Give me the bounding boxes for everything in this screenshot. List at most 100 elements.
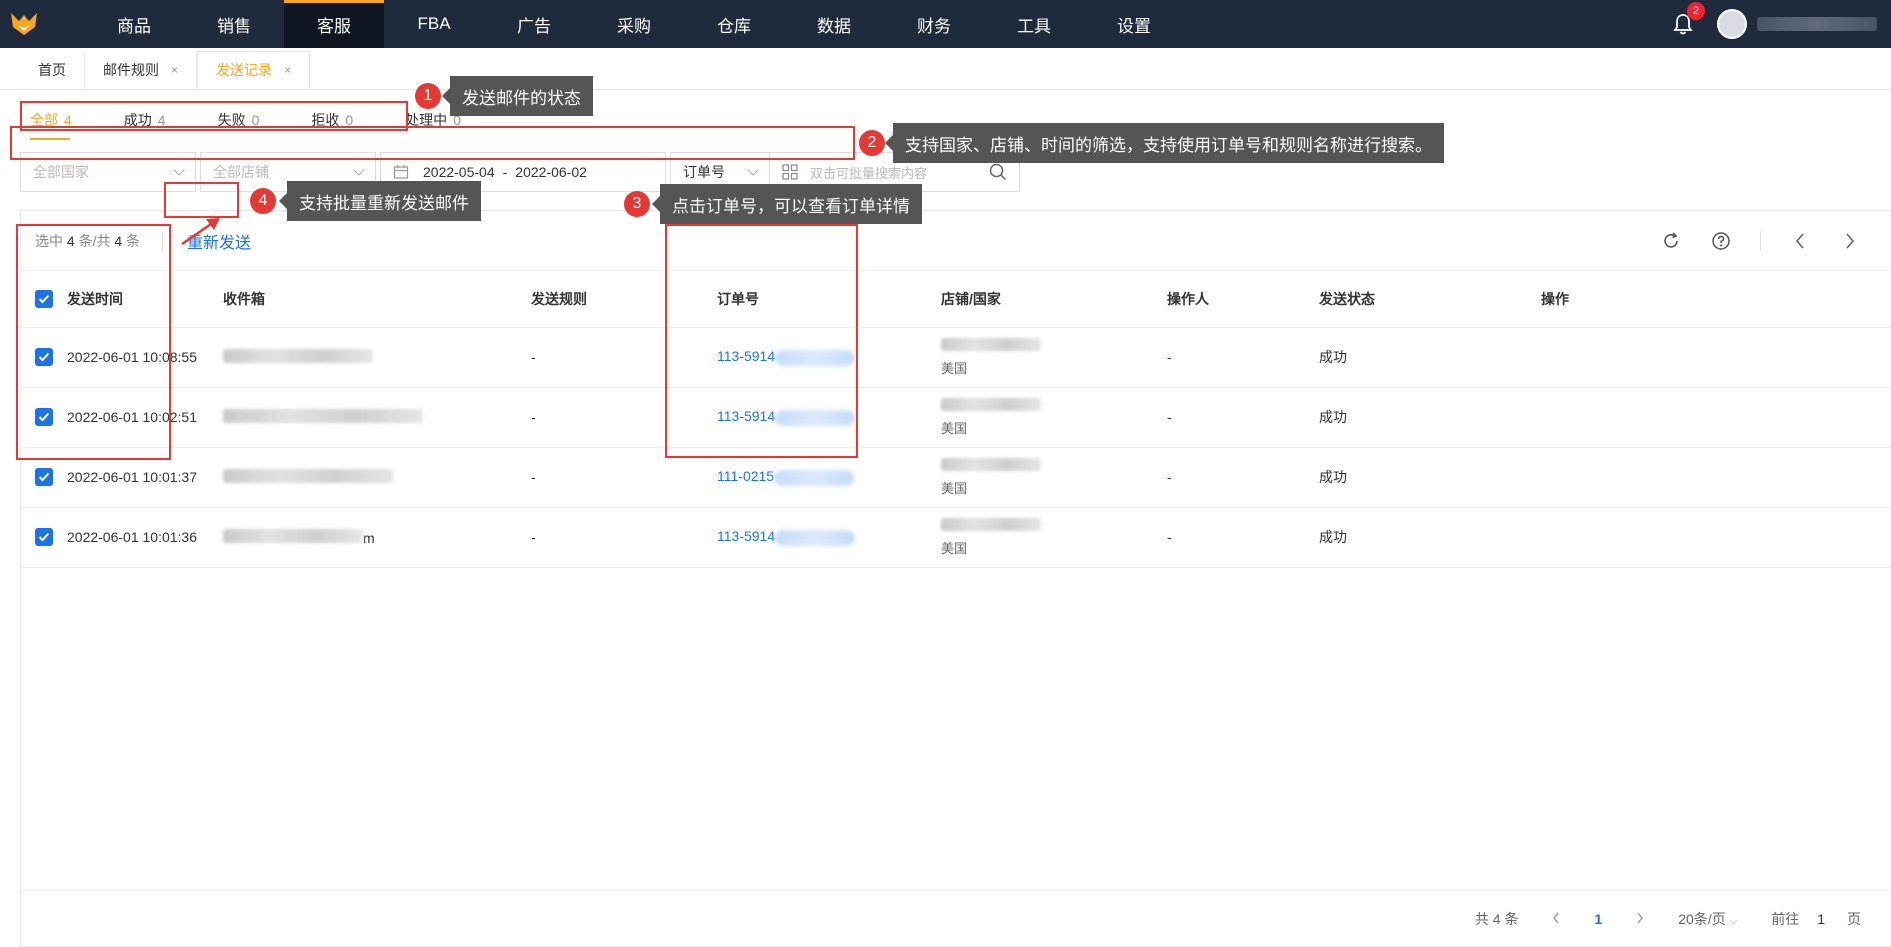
check-icon — [38, 472, 50, 482]
top-nav: 商品 销售 客服 FBA 广告 采购 仓库 数据 财务 工具 设置 2 — [0, 0, 1891, 48]
nav-item-warehouse[interactable]: 仓库 — [684, 0, 784, 48]
redacted-order — [775, 529, 856, 546]
row-checkbox[interactable] — [35, 528, 53, 547]
nav-item-products[interactable]: 商品 — [84, 0, 184, 48]
close-icon[interactable]: × — [171, 63, 178, 77]
pager-total: 共 4 条 — [1474, 910, 1519, 927]
recipient-email — [223, 447, 531, 508]
operator: - — [1167, 327, 1319, 388]
pager-prev-button[interactable] — [1552, 911, 1560, 927]
notification-badge: 2 — [1687, 2, 1705, 20]
page-tab-home[interactable]: 首页 — [20, 51, 85, 89]
action-cell — [1541, 387, 1891, 448]
redacted-email — [223, 408, 423, 423]
page-tab-label: 首页 — [38, 62, 66, 78]
search-placeholder: 双击可批量搜索内容 — [810, 165, 928, 181]
nav-item-sales[interactable]: 销售 — [184, 0, 284, 48]
pagination: 共 4 条 1 20条/页 ⌵ 前往 1 页 — [21, 890, 1891, 946]
refresh-button[interactable] — [1660, 230, 1682, 252]
nav-item-fba[interactable]: FBA — [384, 0, 484, 48]
recipient-email — [223, 327, 531, 388]
page-tab-label: 邮件规则 — [103, 62, 159, 78]
operator: - — [1167, 387, 1319, 448]
records-table: 发送时间 收件箱 发送规则 订单号 店铺/国家 操作人 发送状态 操作 2022… — [21, 271, 1891, 568]
chevron-down-icon — [353, 164, 365, 176]
chevron-down-icon — [173, 164, 185, 176]
calendar-icon — [393, 165, 409, 179]
redacted-email — [223, 468, 393, 483]
refresh-icon — [1664, 232, 1678, 248]
action-cell — [1541, 327, 1891, 388]
action-cell — [1541, 507, 1891, 568]
chevron-down-icon — [747, 164, 759, 176]
annotation-number: 3 — [624, 191, 650, 217]
annotation-tip: 点击订单号，可以查看订单详情 — [652, 184, 922, 224]
next-button[interactable] — [1839, 230, 1861, 252]
pager-page[interactable]: 1 — [1594, 911, 1602, 927]
search-icon[interactable] — [989, 163, 1007, 181]
help-button[interactable] — [1710, 230, 1732, 252]
nav-item-settings[interactable]: 设置 — [1084, 0, 1184, 48]
goto-input[interactable]: 1 — [1817, 911, 1825, 927]
page-size-value: 20条/页 — [1678, 910, 1726, 927]
order-link[interactable]: 111-0215 — [717, 468, 774, 484]
search-type-value: 订单号 — [683, 164, 725, 180]
recipient-email — [223, 387, 531, 448]
annotation-box-resend — [164, 182, 239, 218]
annotation-tip: 支持批量重新发送邮件 — [279, 181, 481, 221]
send-rule: - — [531, 507, 717, 568]
app-logo[interactable] — [0, 0, 48, 48]
main-panel: 全部 4 成功 4 失败 0 拒收 0 处理中 0 全部国家 全部店铺 2022-05-0… — [0, 90, 1891, 947]
page-tab-send-records[interactable]: 发送记录 × — [197, 51, 311, 89]
date-separator: - — [502, 164, 508, 180]
chevron-left-icon — [1553, 912, 1559, 923]
help-icon — [1712, 232, 1730, 250]
annotation-number: 1 — [415, 83, 441, 109]
prev-button[interactable] — [1789, 230, 1811, 252]
chevron-down-icon: ⌵ — [1729, 915, 1738, 927]
nav-item-finance[interactable]: 财务 — [884, 0, 984, 48]
send-status: 成功 — [1319, 387, 1541, 448]
send-status: 成功 — [1319, 507, 1541, 568]
redacted-store — [941, 517, 1041, 531]
redacted-store — [941, 397, 1041, 411]
table-row: 2022-06-01 10:01:36 m - 113-5914 美国 - 成功 — [21, 507, 1891, 568]
store-country-cell: 美国 — [941, 387, 1167, 448]
email-suffix: m — [363, 529, 375, 546]
chevron-left-icon — [1795, 233, 1804, 249]
nav-item-data[interactable]: 数据 — [784, 0, 884, 48]
country: 美国 — [941, 480, 968, 496]
grid-icon[interactable] — [782, 164, 798, 180]
send-time: 2022-06-01 10:01:36 — [67, 507, 223, 568]
page-size-select[interactable]: 20条/页 ⌵ — [1678, 909, 1737, 929]
page-tab-mail-rules[interactable]: 邮件规则 × — [85, 51, 198, 89]
avatar[interactable] — [1717, 9, 1747, 39]
date-end: 2022-06-02 — [515, 164, 587, 180]
notification-button[interactable]: 2 — [1669, 2, 1705, 38]
redacted-store — [941, 457, 1041, 471]
chevron-right-icon — [1637, 912, 1644, 923]
table-row: 2022-06-01 10:01:37 - 111-0215 美国 - 成功 — [21, 447, 1891, 508]
username-redacted[interactable] — [1757, 17, 1877, 31]
nav-item-customer-service[interactable]: 客服 — [284, 0, 384, 48]
annotation-box-order — [665, 224, 858, 458]
nav-item-ads[interactable]: 广告 — [484, 0, 584, 48]
close-icon[interactable]: × — [284, 63, 291, 77]
row-checkbox[interactable] — [35, 468, 53, 487]
annotation-number: 4 — [250, 188, 276, 214]
table-row: 2022-06-01 10:08:55 - 113-5914 美国 - 成功 — [21, 327, 1891, 388]
order-link[interactable]: 113-5914 — [717, 528, 775, 544]
divider — [1760, 231, 1761, 251]
page-tab-bar: 首页 邮件规则 × 发送记录 × — [0, 48, 1891, 90]
col-store-country: 店铺/国家 — [941, 271, 1167, 328]
country-placeholder: 全部国家 — [33, 164, 89, 180]
redacted-email — [223, 348, 373, 363]
col-action: 操作 — [1541, 271, 1891, 328]
chevron-right-icon — [1846, 233, 1855, 249]
nav-menu: 商品 销售 客服 FBA 广告 采购 仓库 数据 财务 工具 设置 — [84, 0, 1184, 48]
annotation-box-checkboxes — [16, 224, 171, 460]
nav-item-purchase[interactable]: 采购 — [584, 0, 684, 48]
pager-next-button[interactable] — [1636, 911, 1644, 927]
nav-item-tools[interactable]: 工具 — [984, 0, 1084, 48]
col-send-status: 发送状态 — [1319, 271, 1541, 328]
